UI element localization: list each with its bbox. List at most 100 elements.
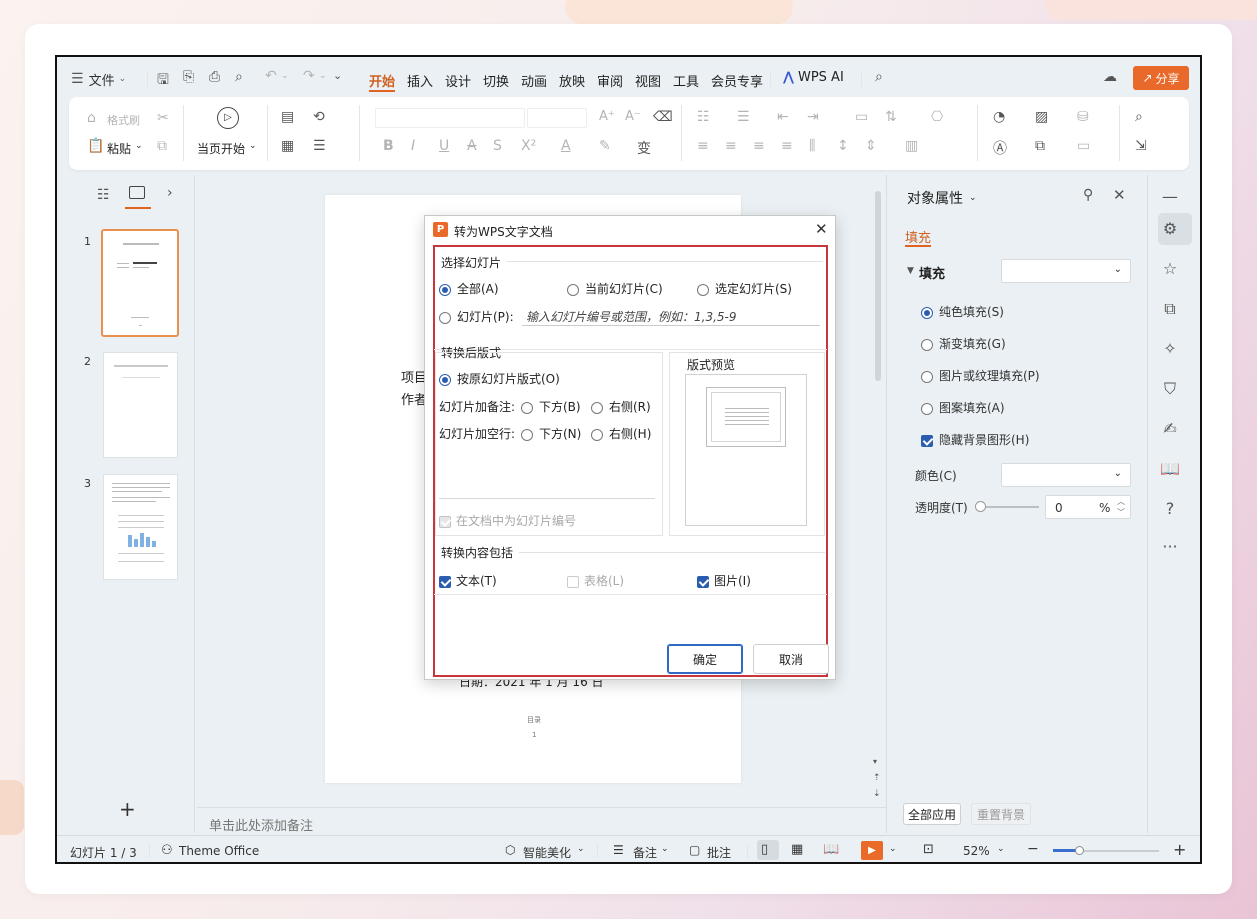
align-right-icon[interactable]: ≡ (753, 138, 765, 154)
align-center-icon[interactable]: ≡ (725, 138, 737, 154)
previous-slide-icon[interactable]: ⇡ (873, 773, 881, 783)
transparency-slider-handle[interactable] (975, 501, 986, 512)
bold-icon[interactable]: B (383, 138, 394, 154)
tab-8[interactable]: 工具 (673, 71, 699, 90)
format-painter-label[interactable]: 格式刷 (107, 112, 140, 128)
radio-button[interactable] (591, 401, 603, 414)
increment-icon[interactable]: ︿ (1117, 496, 1125, 507)
line-spacing-icon[interactable]: ↕ (837, 138, 849, 154)
apply-all-button[interactable]: 全部应用 (903, 803, 961, 825)
slide-thumbnail-1[interactable] (101, 229, 179, 337)
chevron-down-icon[interactable]: ⌄ (249, 141, 257, 151)
color-select[interactable]: ⌄ (1001, 463, 1131, 487)
play-icon[interactable]: ▷ (217, 107, 239, 129)
close-icon[interactable]: ✕ (1113, 186, 1126, 204)
chevron-down-icon[interactable]: ⌄ (281, 71, 289, 81)
radio-button[interactable] (921, 338, 933, 351)
notes-right-option[interactable]: 右侧(R) (591, 398, 651, 415)
text-box-insert-icon[interactable]: Ⓐ (993, 138, 1007, 158)
picture-icon[interactable]: ▨ (1035, 109, 1048, 125)
next-slide-icon[interactable]: ⇣ (873, 789, 881, 799)
tab-7[interactable]: 视图 (635, 71, 661, 90)
select-icon[interactable]: ⇲ (1135, 138, 1147, 154)
convert-smartart-icon[interactable]: ⎔ (931, 109, 943, 125)
decrease-indent-icon[interactable]: ⇤ (777, 109, 789, 125)
chevron-down-icon[interactable]: ⌄ (135, 141, 143, 151)
option-slide-range[interactable]: 幻灯片(P): (439, 308, 514, 325)
distribute-icon[interactable]: ⫼ (809, 138, 815, 154)
transparency-slider-track[interactable] (977, 506, 1039, 508)
solid-fill-option[interactable]: 纯色填充(S) (921, 303, 1004, 320)
animation-icon[interactable]: ✧ (1148, 339, 1192, 358)
increase-indent-icon[interactable]: ⇥ (807, 109, 819, 125)
section-icon[interactable]: ☰ (313, 138, 326, 154)
tab-9[interactable]: 会员专享 (711, 71, 763, 90)
export-pdf-icon[interactable]: ⎘ (183, 69, 194, 85)
file-menu[interactable]: ☰ 文件 ⌄ (71, 69, 126, 89)
search-icon[interactable]: ⌕ (875, 69, 883, 85)
book-search-icon[interactable]: 📖 (1148, 459, 1192, 478)
decrease-font-icon[interactable]: A⁻ (625, 109, 641, 124)
design-star-icon[interactable]: ☆ (1148, 259, 1192, 278)
chevron-down-icon[interactable]: ⌄ (319, 71, 327, 81)
checkbox[interactable] (567, 575, 579, 588)
clear-format-icon[interactable]: ⌫ (653, 109, 673, 125)
new-slide-icon[interactable]: ▤ (281, 109, 294, 125)
text-direction-icon[interactable]: ⇅ (885, 109, 897, 125)
wps-ai-button[interactable]: ⋀ WPS AI (783, 70, 844, 85)
tab-fill[interactable]: 填充 (905, 227, 931, 246)
reset-slide-icon[interactable]: ⟲ (313, 109, 325, 125)
chevron-down-icon[interactable]: ⌄ (997, 844, 1005, 854)
tab-3[interactable]: 切换 (483, 71, 509, 90)
radio-button[interactable] (439, 283, 451, 296)
zoom-out-icon[interactable]: − (1027, 841, 1039, 857)
paste-label[interactable]: 粘贴 (107, 140, 131, 157)
fill-icon[interactable]: ⛁ (1077, 109, 1089, 125)
checkbox[interactable] (439, 515, 451, 528)
zoom-in-icon[interactable]: + (1173, 840, 1186, 859)
slide-thumbnail-2[interactable] (103, 352, 178, 458)
radio-button[interactable] (591, 428, 603, 441)
checkbox[interactable] (439, 575, 451, 588)
print-icon[interactable]: ⎙ (209, 69, 220, 85)
radio-button[interactable] (697, 283, 709, 296)
shadow-icon[interactable]: S (493, 138, 502, 154)
theme-name[interactable]: Theme Office (179, 844, 259, 858)
gradient-fill-option[interactable]: 渐变填充(G) (921, 335, 1006, 352)
font-size-select[interactable] (527, 108, 587, 128)
minimize-panel-icon[interactable]: — (1148, 187, 1192, 206)
align-left-icon[interactable]: ≡ (697, 138, 709, 154)
start-from-current-button[interactable]: 当页开始 (197, 140, 245, 157)
justify-icon[interactable]: ≡ (781, 138, 793, 154)
slideshow-play-icon[interactable]: ▶ (861, 841, 883, 860)
beautify-button[interactable]: 智能美化 (523, 844, 571, 861)
tab-4[interactable]: 动画 (521, 71, 547, 90)
option-all[interactable]: 全部(A) (439, 280, 499, 297)
slides-view-icon[interactable] (129, 186, 145, 199)
handwriting-icon[interactable]: ✍ (1148, 419, 1192, 438)
picture-fill-option[interactable]: 图片或纹理填充(P) (921, 367, 1040, 384)
notes-button[interactable]: 备注 (633, 844, 657, 861)
shapes-icon[interactable]: ◔ (993, 109, 1005, 125)
radio-button[interactable] (521, 428, 533, 441)
slide-range-input[interactable]: 输入幻灯片编号或范围，例如：1,3,5-9 (522, 304, 820, 326)
cut-icon[interactable]: ✂ (157, 110, 169, 126)
include-image-option[interactable]: 图片(I) (697, 572, 751, 589)
shirt-icon[interactable]: ⛉ (1148, 379, 1192, 399)
radio-button[interactable] (921, 370, 933, 383)
more-icon[interactable]: ··· (1148, 537, 1192, 556)
notes-area[interactable]: 单击此处添加备注 (197, 807, 887, 835)
fill-type-select[interactable]: ⌄ (1001, 259, 1131, 283)
radio-button[interactable] (439, 373, 451, 386)
ok-button[interactable]: 确定 (667, 644, 743, 674)
tab-1[interactable]: 插入 (407, 71, 433, 90)
number-slides-option[interactable]: 在文档中为幻灯片编号 (439, 512, 576, 529)
paste-icon[interactable]: 📋 (87, 138, 104, 154)
vertical-scrollbar-thumb[interactable] (875, 191, 881, 381)
pin-icon[interactable]: ⚲ (1083, 187, 1093, 203)
chevron-down-icon[interactable]: ⌄ (889, 844, 897, 854)
blank-below-option[interactable]: 下方(N) (521, 425, 581, 442)
notes-icon[interactable]: ☰ (613, 843, 624, 857)
text-box-icon[interactable]: ▭ (855, 109, 868, 125)
save-icon[interactable]: 🖫 (157, 69, 169, 93)
